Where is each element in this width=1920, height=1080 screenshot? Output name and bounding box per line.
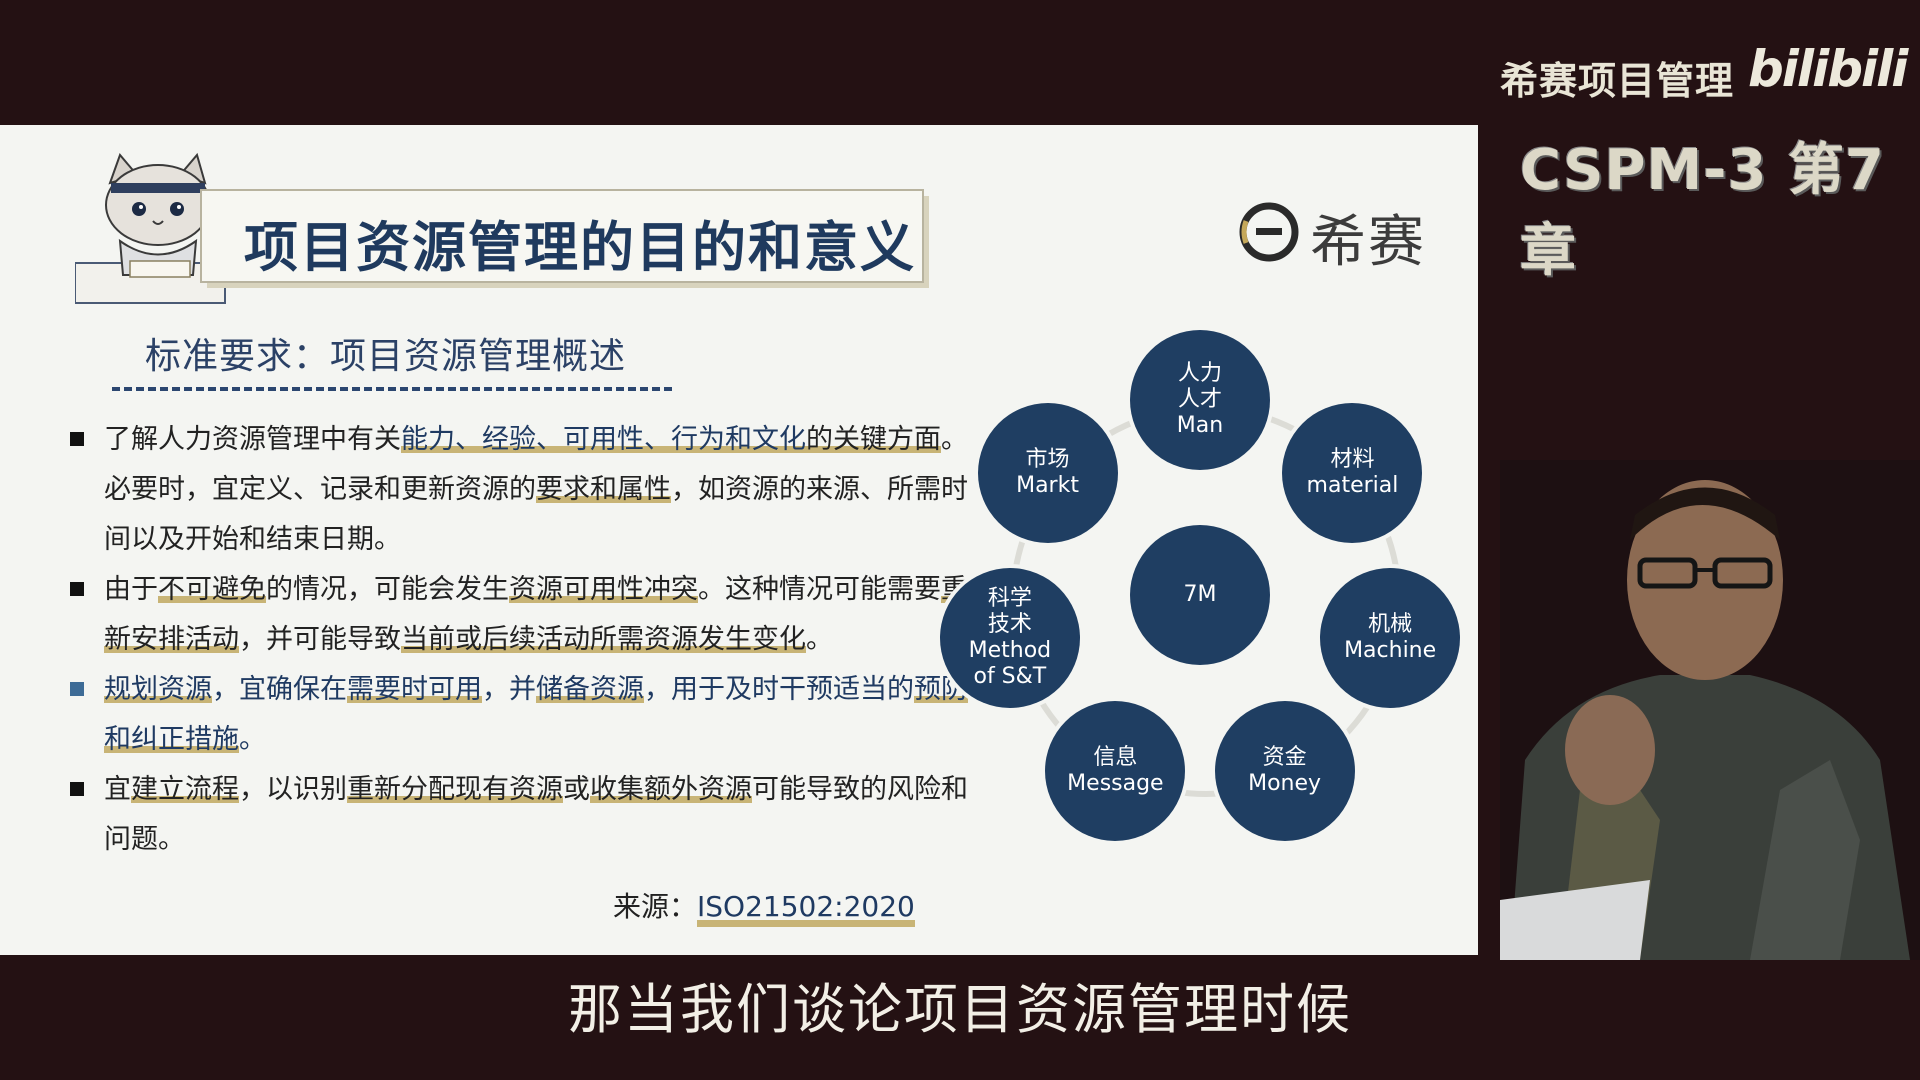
diagram-node-label: 信息 [1093,744,1138,770]
diagram-node-label: Markt [1016,473,1079,499]
brand-header: 希赛项目管理 bilibili [1500,40,1908,110]
bullet-text-segment: 资源可用性冲突 [509,574,698,605]
diagram-node-label: Machine [1344,638,1437,664]
dashed-divider [112,387,672,391]
xisai-logo: 希赛 [1238,195,1438,275]
xisai-logo-icon [1239,202,1299,262]
bullet-item: 宜建立流程，以识别重新分配现有资源或收集额外资源可能导致的风险和问题。 [70,765,970,865]
bullet-text-segment: 重新分配现有资源 [347,774,563,805]
course-chapter-tag: CSPM-3 第7章 [1520,138,1885,284]
bullet-text-segment: ，宜确保在 [212,674,347,705]
bullet-text-segment: 需要时可用 [347,674,482,705]
source-citation: 来源：ISO21502:2020 [613,885,915,927]
bullet-text-segment: ，用于及时干预适当的 [644,674,914,705]
bullet-text-segment: ，并 [482,674,536,705]
bullet-text-segment: 规划资源 [104,674,212,705]
slide-title-box: 项目资源管理的目的和意义 [200,189,924,283]
diagram-node-label: 人才 [1177,387,1222,412]
bullet-item: 了解人力资源管理中有关能力、经验、可用性、行为和文化的关键方面。必要时，宜定义、… [70,415,970,565]
diagram-node: 市场 Markt [977,403,1118,544]
diagram-node: 材料 material [1282,403,1423,544]
diagram-node-label: of S&T [973,664,1047,690]
bullet-text-segment: 收集额外资源 [590,774,752,805]
diagram-node-label: 市场 [1025,447,1070,473]
bullet-text-segment: 要求和属性 [536,474,671,505]
diagram-node: 资金 Money [1214,700,1355,841]
diagram-node-label: Money [1248,770,1322,796]
bullet-text-segment: 的情况，可能会发生 [266,574,509,605]
diagram-node-label: Message [1067,770,1164,796]
bullet-item: 规划资源，宜确保在需要时可用，并储备资源，用于及时干预适当的预防和纠正措施。 [70,665,970,765]
bullet-text-segment: 。 [239,724,266,755]
diagram-center-label: 7M [1183,582,1217,607]
slide-title: 项目资源管理的目的和意义 [244,216,916,279]
diagram-node-label: 人力 [1177,361,1222,386]
diagram-node-label: 技术 [987,612,1032,638]
bullet-text-segment: 。这种情况可能需要 [698,574,941,605]
bullet-text-segment: 由于 [104,574,158,605]
source-value: ISO21502:2020 [697,890,915,927]
bullet-text-segment: 或 [563,774,590,805]
diagram-node-label: 机械 [1368,612,1413,638]
diagram-node-label: 资金 [1262,744,1307,770]
bullet-text-segment: 宜 [104,774,131,805]
diagram-node-label: Man [1176,413,1224,438]
bullet-square-icon [70,782,84,796]
diagram-node: 机械 Machine [1320,568,1461,709]
bullet-text-segment: 能力、经验、可用性、行为和文化 [401,424,806,455]
bullet-text-segment: 。 [806,624,833,655]
diagram-node: 科学 技术 Method of S&T [939,568,1080,709]
diagram-node: 人力 人才 Man [1130,330,1270,470]
diagram-node-label: 科学 [987,586,1032,612]
section-subtitle: 标准要求：项目资源管理概述 [145,336,627,377]
bilibili-logo: bilibili [1748,40,1908,98]
bullet-text-segment: 储备资源 [536,674,644,705]
video-subtitle-caption: 那当我们谈论项目资源管理时候 [568,978,1352,1041]
presenter-video [1500,460,1920,960]
bullet-square-icon [70,682,84,696]
bullet-square-icon [70,582,84,596]
presentation-slide: 项目资源管理的目的和意义 希赛 标准要求：项目资源管理概述 了解人力资源管理中有… [0,125,1478,955]
source-label: 来源： [613,890,698,923]
bullet-square-icon [70,432,84,446]
bullet-text-segment: 了解人力资源管理中有关 [104,424,401,455]
bullet-text-segment: ，并可能导致 [239,624,401,655]
bullet-item: 由于不可避免的情况，可能会发生资源可用性冲突。这种情况可能需要重新安排活动，并可… [70,565,970,665]
bullet-text-segment: ，以识别 [239,774,347,805]
seven-m-diagram: 7M 人力 人才 Man 材料 material 机械 Machine 资金 Money 信息 Mes… [930,330,1470,920]
bullet-list: 了解人力资源管理中有关能力、经验、可用性、行为和文化的关键方面。必要时，宜定义、… [70,415,970,865]
diagram-node: 信息 Message [1045,700,1186,841]
bullet-text-segment: 不可避免 [158,574,266,605]
presenter-silhouette-icon [1500,460,1920,960]
brand-name: 希赛项目管理 [1500,59,1735,103]
logo-text: 希赛 [1310,210,1426,275]
bullet-text-segment: 的关键方面 [806,424,941,455]
bullet-text-segment: 当前或后续活动所需资源发生变化 [401,624,806,655]
bullet-text-segment: 建立流程 [131,774,239,805]
diagram-center-node: 7M [1130,525,1270,665]
diagram-node-label: 材料 [1330,447,1375,473]
diagram-node-label: Method [968,638,1052,664]
diagram-node-label: material [1306,473,1399,499]
